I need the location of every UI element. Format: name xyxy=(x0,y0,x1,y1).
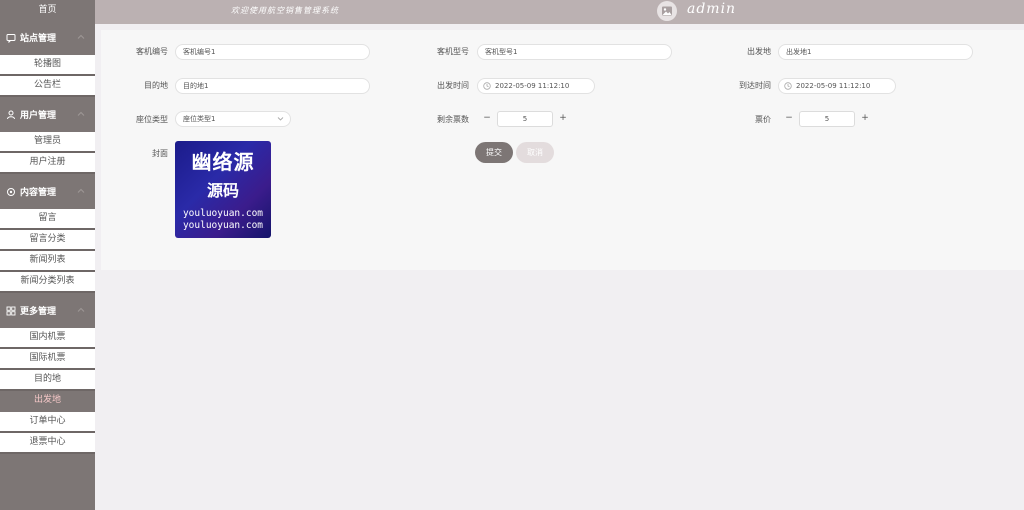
chevron-up-icon xyxy=(77,188,85,193)
sidebar-item-origin[interactable]: 出发地 xyxy=(0,391,95,412)
top-bar: 欢迎使用航空销售管理系统 admin xyxy=(95,0,1024,24)
sidebar-group-label: 更多管理 xyxy=(20,307,57,317)
decrement-button[interactable]: − xyxy=(479,112,495,126)
cover-image-text: 幽络源 xyxy=(191,150,255,174)
chat-icon xyxy=(6,33,16,43)
depart-time-value: 2022-05-09 11:12:10 xyxy=(495,82,570,90)
image-icon xyxy=(662,6,672,16)
increment-button[interactable]: + xyxy=(857,112,873,126)
edit-form-panel: 客机编号 客机编号1 客机型号 客机型号1 出发地 出发地1 目的地 目的地1 … xyxy=(101,30,1024,270)
decrement-button[interactable]: − xyxy=(781,112,797,126)
arrive-time-value: 2022-05-09 11:12:10 xyxy=(796,82,871,90)
sidebar-item-international-tickets[interactable]: 国际机票 xyxy=(0,349,95,370)
sidebar-group-label: 内容管理 xyxy=(20,188,57,198)
sidebar-group-site[interactable]: 站点管理 xyxy=(0,20,95,55)
origin-input[interactable]: 出发地1 xyxy=(778,44,973,60)
settings-icon xyxy=(7,187,15,196)
sidebar-item-refund-center[interactable]: 退票中心 xyxy=(0,433,95,454)
cancel-button[interactable]: 取消 xyxy=(516,142,554,163)
clock-icon xyxy=(483,82,491,90)
sidebar-item-admin[interactable]: 管理员 xyxy=(0,132,95,153)
sidebar-item-news-list[interactable]: 新闻列表 xyxy=(0,251,95,272)
arrive-time-picker[interactable]: 2022-05-09 11:12:10 xyxy=(778,78,896,94)
sidebar-group-content[interactable]: 内容管理 xyxy=(0,174,95,209)
destination-label: 目的地 xyxy=(144,81,168,90)
depart-time-picker[interactable]: 2022-05-09 11:12:10 xyxy=(477,78,595,94)
remaining-tickets-stepper: − 5 + xyxy=(479,111,571,127)
increment-button[interactable]: + xyxy=(555,112,571,126)
price-stepper: − 5 + xyxy=(781,111,873,127)
sidebar-item-order-center[interactable]: 订单中心 xyxy=(0,412,95,433)
sidebar-item-domestic-tickets[interactable]: 国内机票 xyxy=(0,328,95,349)
sidebar-item-message-category[interactable]: 留言分类 xyxy=(0,230,95,251)
remaining-tickets-input[interactable]: 5 xyxy=(497,111,553,127)
chevron-up-icon xyxy=(77,111,85,116)
sidebar-item-destination[interactable]: 目的地 xyxy=(0,370,95,391)
sidebar-group-label: 站点管理 xyxy=(20,34,57,44)
clock-icon xyxy=(784,82,792,90)
cover-label: 封面 xyxy=(152,149,168,158)
sidebar-group-label: 用户管理 xyxy=(20,111,57,121)
cover-image[interactable]: 幽络源 源码 youluoyuan.com youluoyuan.com xyxy=(175,141,271,238)
origin-label: 出发地 xyxy=(747,47,771,56)
sidebar-item-notice[interactable]: 公告栏 xyxy=(0,76,95,97)
sidebar-item-user-register[interactable]: 用户注册 xyxy=(0,153,95,174)
sidebar-item-carousel[interactable]: 轮播图 xyxy=(0,55,95,76)
user-icon xyxy=(7,110,15,119)
grid-icon xyxy=(6,306,16,315)
welcome-text: 欢迎使用航空销售管理系统 xyxy=(231,6,339,15)
sidebar-item-message[interactable]: 留言 xyxy=(0,209,95,230)
price-input[interactable]: 5 xyxy=(799,111,855,127)
price-label: 票价 xyxy=(755,115,771,124)
chevron-up-icon xyxy=(77,34,85,39)
sidebar-group-more[interactable]: 更多管理 xyxy=(0,293,95,328)
remaining-tickets-label: 剩余票数 xyxy=(437,115,469,124)
cover-image-text: youluoyuan.com xyxy=(182,220,264,231)
cover-image-text: 源码 xyxy=(206,181,239,200)
seat-type-value: 座位类型1 xyxy=(183,115,216,123)
cover-image-text: youluoyuan.com xyxy=(182,208,264,219)
avatar[interactable] xyxy=(657,1,677,21)
depart-time-label: 出发时间 xyxy=(437,81,469,90)
destination-input[interactable]: 目的地1 xyxy=(175,78,370,94)
flight-no-label: 客机编号 xyxy=(136,47,168,56)
flight-model-input[interactable]: 客机型号1 xyxy=(477,44,672,60)
flight-no-input[interactable]: 客机编号1 xyxy=(175,44,370,60)
seat-type-label: 座位类型 xyxy=(136,115,168,124)
sidebar-item-news-category-list[interactable]: 新闻分类列表 xyxy=(0,272,95,293)
chevron-up-icon xyxy=(77,307,85,312)
flight-model-label: 客机型号 xyxy=(437,47,469,56)
seat-type-select[interactable]: 座位类型1 xyxy=(175,111,291,127)
sidebar-group-user[interactable]: 用户管理 xyxy=(0,97,95,132)
chevron-down-icon xyxy=(277,117,284,121)
submit-button[interactable]: 提交 xyxy=(475,142,513,163)
sidebar-item-home[interactable]: 首页 xyxy=(0,0,95,20)
arrive-time-label: 到达时间 xyxy=(739,81,771,90)
sidebar: 首页 站点管理 轮播图 公告栏 用户管理 管理员 用户注册 内容管理 留言 留言… xyxy=(0,0,95,510)
username[interactable]: admin xyxy=(687,1,736,17)
